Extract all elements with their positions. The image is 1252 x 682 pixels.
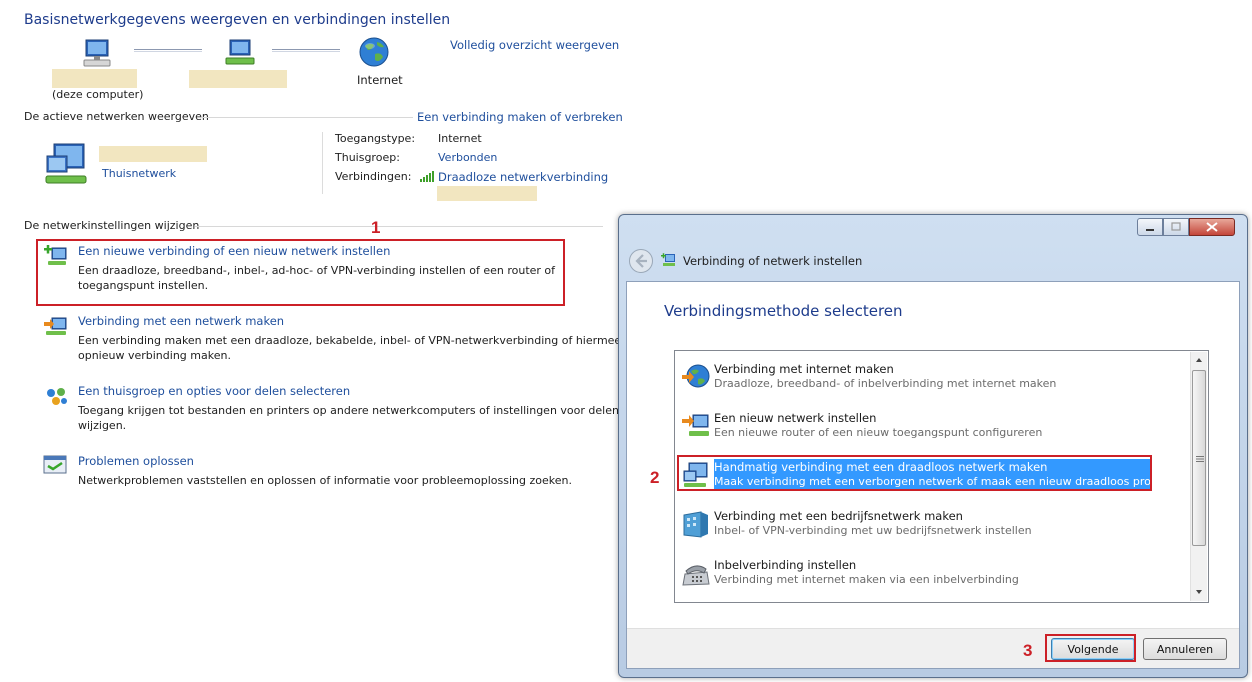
list-scrollbar[interactable] bbox=[1190, 352, 1207, 601]
task-new-connection-desc: toegangspunt instellen. bbox=[78, 279, 209, 292]
home-network-icon[interactable] bbox=[42, 142, 94, 188]
option-new-network[interactable]: Een nieuw netwerk instellen Een nieuwe r… bbox=[681, 409, 1186, 449]
wireless-connection-link[interactable]: Draadloze netwerkverbinding bbox=[438, 170, 608, 184]
task-troubleshoot-link[interactable]: Problemen oplossen bbox=[78, 454, 194, 468]
section-divider bbox=[195, 226, 603, 227]
option-desc: Verbinding met internet maken via een in… bbox=[714, 573, 1019, 586]
homegroup-link[interactable]: Verbonden bbox=[438, 151, 497, 164]
annotation-highlight-box bbox=[677, 455, 1152, 491]
close-button[interactable] bbox=[1189, 218, 1235, 236]
option-desc: Inbel- of VPN-verbinding met uw bedrijfs… bbox=[714, 524, 1032, 537]
change-settings-heading: De netwerkinstellingen wijzigen bbox=[24, 219, 200, 232]
redacted-computer-name bbox=[52, 69, 137, 88]
this-computer-label: (deze computer) bbox=[52, 88, 144, 101]
task-homegroup-link[interactable]: Een thuisgroep en opties voor delen sele… bbox=[78, 384, 350, 398]
access-type-label: Toegangstype: bbox=[335, 132, 416, 145]
task-new-connection-link[interactable]: Een nieuwe verbinding of een nieuw netwe… bbox=[78, 244, 390, 258]
task-connect-network-desc: Een verbinding maken met een draadloze, … bbox=[78, 334, 622, 347]
annotation-step-2: 2 bbox=[650, 468, 660, 487]
task-homegroup-desc: wijzigen. bbox=[78, 419, 127, 432]
troubleshoot-icon[interactable] bbox=[42, 454, 70, 478]
map-connection-line bbox=[134, 49, 202, 52]
back-arrow-icon[interactable] bbox=[628, 248, 654, 274]
new-connection-icon[interactable] bbox=[42, 244, 70, 268]
network-setup-icon bbox=[661, 252, 677, 268]
page-title: Basisnetwerkgegevens weergeven en verbin… bbox=[24, 12, 451, 28]
cancel-button[interactable]: Annuleren bbox=[1143, 638, 1227, 660]
scroll-up-arrow-icon[interactable] bbox=[1191, 352, 1207, 368]
annotation-step-1: 1 bbox=[371, 218, 381, 237]
dialog-footer: Volgende Annuleren bbox=[627, 628, 1239, 668]
section-divider bbox=[201, 117, 413, 118]
signal-strength-icon bbox=[419, 170, 435, 182]
task-connect-network-link[interactable]: Verbinding met een netwerk maken bbox=[78, 314, 284, 328]
globe-icon[interactable] bbox=[358, 36, 390, 68]
option-title: Verbinding met internet maken bbox=[714, 362, 894, 376]
task-troubleshoot-desc: Netwerkproblemen vaststellen en oplossen… bbox=[78, 474, 572, 487]
task-connect-network-desc: opnieuw verbinding maken. bbox=[78, 349, 231, 362]
connections-label: Verbindingen: bbox=[335, 170, 412, 183]
option-connect-internet[interactable]: Verbinding met internet maken Draadloze,… bbox=[681, 360, 1186, 400]
option-desc: Een nieuwe router of een nieuw toegangsp… bbox=[714, 426, 1043, 439]
active-networks-heading: De actieve netwerken weergeven bbox=[24, 110, 209, 123]
option-dialup[interactable]: Inbelverbinding instellen Verbinding met… bbox=[681, 556, 1186, 596]
homegroup-icon[interactable] bbox=[42, 384, 70, 408]
redacted-active-network-name bbox=[99, 146, 207, 162]
computer-icon bbox=[80, 38, 116, 68]
dialog-title: Verbinding of netwerk instellen bbox=[683, 254, 863, 268]
option-title: Inbelverbinding instellen bbox=[714, 558, 857, 572]
new-network-icon bbox=[681, 411, 711, 441]
internet-globe-icon bbox=[681, 362, 711, 392]
annotation-highlight-box bbox=[1045, 634, 1136, 662]
connect-disconnect-link[interactable]: Een verbinding maken of verbreken bbox=[417, 110, 623, 124]
dialog-heading: Verbindingsmethode selecteren bbox=[664, 302, 903, 320]
annotation-step-3: 3 bbox=[1023, 641, 1033, 660]
setup-connection-dialog: Verbinding of netwerk instellen Verbindi… bbox=[618, 214, 1248, 678]
access-type-value: Internet bbox=[438, 132, 482, 145]
network-type-link[interactable]: Thuisnetwerk bbox=[102, 167, 176, 180]
redacted-network-name bbox=[189, 70, 287, 88]
homegroup-label: Thuisgroep: bbox=[335, 151, 400, 164]
option-desc: Draadloze, breedband- of inbelverbinding… bbox=[714, 377, 1057, 390]
phone-icon bbox=[681, 558, 711, 588]
full-map-link[interactable]: Volledig overzicht weergeven bbox=[450, 38, 619, 52]
scroll-thumb[interactable] bbox=[1192, 370, 1206, 546]
option-workplace[interactable]: Verbinding met een bedrijfsnetwerk maken… bbox=[681, 507, 1186, 547]
scroll-down-arrow-icon[interactable] bbox=[1191, 584, 1207, 600]
internet-label: Internet bbox=[357, 73, 403, 87]
minimize-button[interactable] bbox=[1137, 218, 1163, 236]
connect-network-icon[interactable] bbox=[42, 314, 70, 338]
task-new-connection-desc: Een draadloze, breedband-, inbel-, ad-ho… bbox=[78, 264, 556, 277]
option-title: Verbinding met een bedrijfsnetwerk maken bbox=[714, 509, 963, 523]
maximize-button[interactable] bbox=[1163, 218, 1189, 236]
vertical-divider bbox=[322, 132, 323, 194]
map-connection-line bbox=[272, 49, 340, 52]
network-icon[interactable] bbox=[222, 38, 258, 68]
redacted-ssid bbox=[437, 186, 537, 201]
task-homegroup-desc: Toegang krijgen tot bestanden en printer… bbox=[78, 404, 619, 417]
option-title: Een nieuw netwerk instellen bbox=[714, 411, 877, 425]
workplace-building-icon bbox=[681, 509, 711, 539]
